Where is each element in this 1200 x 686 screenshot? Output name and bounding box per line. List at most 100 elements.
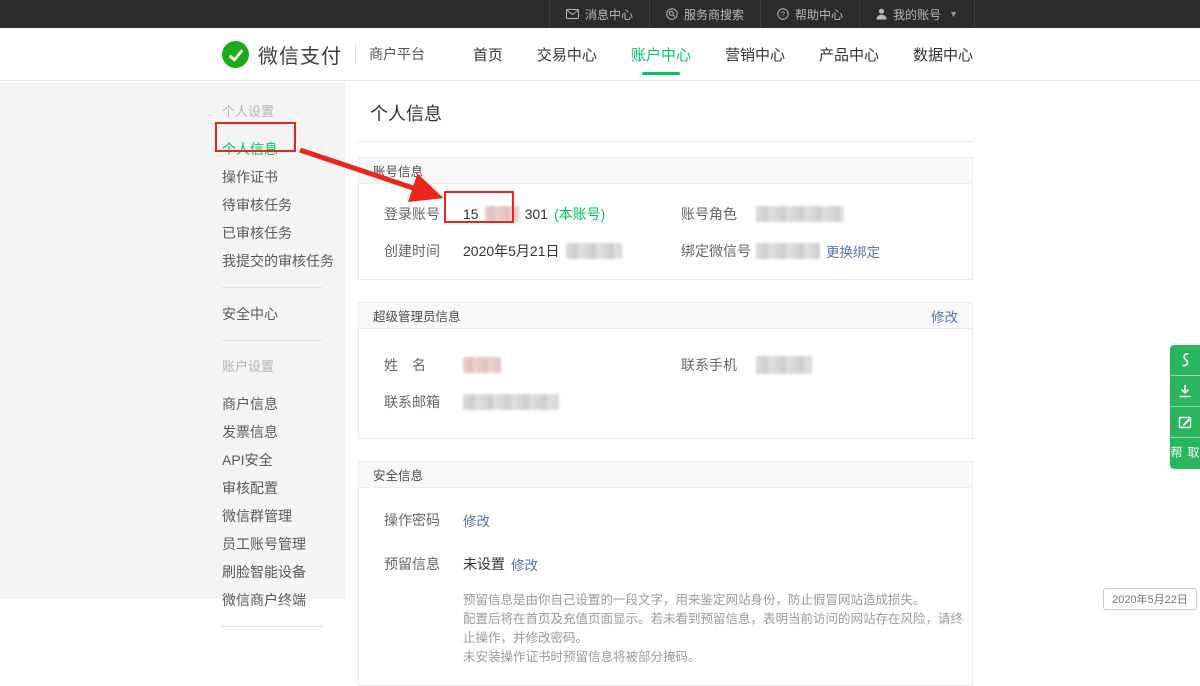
wechat-pay-logo-icon	[222, 41, 249, 68]
main-nav: 首页 交易中心 账户中心 营销中心 产品中心 数据中心	[441, 28, 975, 81]
redacted-contact-email	[463, 394, 559, 410]
redacted-created-time	[566, 243, 622, 259]
sidebar-item-api-security[interactable]: API安全	[222, 446, 345, 474]
brand: 微信支付 商户平台	[222, 40, 425, 69]
sidebar-item-reviewed-tasks[interactable]: 已审核任务	[222, 219, 345, 247]
sidebar-item-my-submitted-tasks[interactable]: 我提交的审核任务	[222, 247, 345, 275]
sidebar-divider	[222, 287, 322, 288]
brand-subtitle: 商户平台	[369, 44, 425, 64]
account-role-label: 账号角色	[681, 204, 756, 224]
topbar-help-center[interactable]: ? 帮助中心	[760, 0, 859, 28]
floating-toolbar: 获取帮助	[1170, 345, 1200, 469]
topbar-provider-search[interactable]: 服务商搜索	[649, 0, 760, 28]
help-icon: ?	[777, 8, 789, 20]
current-account-tag: (本账号)	[554, 204, 605, 224]
sidebar-divider	[222, 340, 322, 341]
bound-wechat-label: 绑定微信号	[681, 241, 756, 261]
user-icon	[876, 8, 887, 20]
hotline-icon	[1178, 352, 1192, 368]
admin-edit-link[interactable]: 修改	[931, 306, 958, 326]
topbar: 消息中心 服务商搜索 ? 帮助中心 我的账号 ▼	[0, 0, 1200, 28]
security-row-password: 操作密码 修改	[384, 510, 972, 530]
help-line: 预留信息是由你自己设置的一段文字，用来鉴定网站身份，防止假冒网站造成损失。	[463, 591, 972, 610]
mail-icon	[566, 9, 579, 19]
header: 微信支付 商户平台 首页 交易中心 账户中心 营销中心 产品中心 数据中心	[0, 28, 1200, 81]
sidebar-item-staff-account-management[interactable]: 员工账号管理	[222, 530, 345, 558]
nav-marketing-center[interactable]: 营销中心	[723, 28, 787, 81]
redacted-contact-phone	[756, 356, 812, 374]
help-line: 配置后将在首页及充值页面显示。若未看到预留信息，表明当前访问的网站存在风险，请终…	[463, 610, 972, 648]
page-body: 个人设置 个人信息 操作证书 待审核任务 已审核任务 我提交的审核任务 安全中心…	[0, 82, 1200, 599]
account-row-1: 登录账号 15 301 (本账号) 账号角色	[384, 204, 972, 224]
sidebar-divider	[222, 626, 322, 627]
contact-phone-label: 联系手机	[681, 355, 756, 375]
hotline-button[interactable]	[1170, 345, 1200, 376]
chevron-down-icon: ▼	[949, 9, 958, 19]
contact-email-label: 联系邮箱	[384, 392, 463, 412]
created-time-label: 创建时间	[384, 241, 463, 261]
edit-icon	[1178, 415, 1192, 429]
help-line: 未安装操作证书时预留信息将被部分掩码。	[463, 648, 972, 667]
nav-home[interactable]: 首页	[471, 28, 505, 81]
sidebar-item-personal-info[interactable]: 个人信息	[222, 135, 345, 163]
brand-divider	[355, 45, 356, 63]
topbar-item-label: 我的账号	[893, 6, 941, 23]
reserved-info-status: 未设置	[463, 554, 505, 574]
account-info-card-header: 账号信息	[359, 158, 972, 184]
topbar-message-center[interactable]: 消息中心	[549, 0, 649, 28]
admin-name-label: 姓 名	[384, 355, 463, 375]
reserved-modify-link[interactable]: 修改	[511, 554, 538, 574]
sidebar-item-invoice-info[interactable]: 发票信息	[222, 418, 345, 446]
download-icon	[1178, 384, 1192, 398]
admin-row-1: 姓 名 联系手机	[384, 355, 972, 375]
login-account-prefix: 15	[463, 206, 479, 222]
created-time-value: 2020年5月21日	[463, 241, 560, 261]
topbar-my-account[interactable]: 我的账号 ▼	[859, 0, 975, 28]
nav-data-center[interactable]: 数据中心	[911, 28, 975, 81]
sidebar-item-pending-review-tasks[interactable]: 待审核任务	[222, 191, 345, 219]
topbar-item-label: 服务商搜索	[684, 6, 744, 23]
sidebar-item-wechat-merchant-terminal[interactable]: 微信商户终端	[222, 586, 345, 614]
operation-password-label: 操作密码	[384, 510, 463, 530]
sidebar-item-review-config[interactable]: 审核配置	[222, 474, 345, 502]
date-tooltip: 2020年5月22日	[1103, 588, 1197, 610]
nav-transaction-center[interactable]: 交易中心	[535, 28, 599, 81]
title-rule	[358, 141, 973, 142]
login-account-label: 登录账号	[384, 204, 463, 224]
reserved-info-help-text: 预留信息是由你自己设置的一段文字，用来鉴定网站身份，防止假冒网站造成损失。 配置…	[463, 591, 972, 667]
account-info-card: 账号信息 登录账号 15 301 (本账号) 账号角色	[358, 157, 973, 280]
super-admin-card-title: 超级管理员信息	[373, 306, 461, 325]
security-info-card-title: 安全信息	[373, 465, 423, 484]
sidebar-item-merchant-info[interactable]: 商户信息	[222, 390, 345, 418]
brand-name: 微信支付	[258, 40, 342, 69]
redacted-bound-wechat	[756, 243, 820, 259]
security-info-card: 安全信息 操作密码 修改 预留信息 未设置	[358, 461, 973, 686]
super-admin-card: 超级管理员信息 修改 姓 名 联系手机	[358, 302, 973, 439]
rebind-link[interactable]: 更换绑定	[826, 241, 880, 261]
security-info-card-header: 安全信息	[359, 462, 972, 488]
search-icon	[666, 8, 678, 20]
feedback-button[interactable]	[1170, 407, 1200, 438]
redacted-account-role	[756, 206, 844, 222]
sidebar-item-face-payment-devices[interactable]: 刷脸智能设备	[222, 558, 345, 586]
topbar-item-label: 帮助中心	[795, 6, 843, 23]
login-account-suffix: 301	[525, 206, 548, 222]
nav-account-center[interactable]: 账户中心	[629, 28, 693, 81]
account-row-2: 创建时间 2020年5月21日 绑定微信号 更换绑定	[384, 241, 972, 261]
security-row-reserved: 预留信息 未设置 修改	[384, 554, 972, 574]
nav-product-center[interactable]: 产品中心	[817, 28, 881, 81]
account-info-card-title: 账号信息	[373, 161, 423, 180]
admin-row-2: 联系邮箱	[384, 392, 972, 412]
sidebar-item-wechat-group-management[interactable]: 微信群管理	[222, 502, 345, 530]
topbar-item-label: 消息中心	[585, 6, 633, 23]
page-title: 个人信息	[370, 100, 973, 126]
download-button[interactable]	[1170, 376, 1200, 407]
get-help-button[interactable]: 获取帮助	[1170, 438, 1200, 469]
sidebar-item-operation-certificate[interactable]: 操作证书	[222, 163, 345, 191]
sidebar-item-security-center[interactable]: 安全中心	[222, 300, 345, 328]
main-content: 个人信息 账号信息 登录账号 15 301 (本账号)	[345, 82, 1200, 599]
password-modify-link[interactable]: 修改	[463, 510, 490, 530]
redacted-admin-name	[463, 357, 501, 373]
svg-text:?: ?	[781, 10, 785, 19]
redacted-login-account	[485, 206, 519, 222]
